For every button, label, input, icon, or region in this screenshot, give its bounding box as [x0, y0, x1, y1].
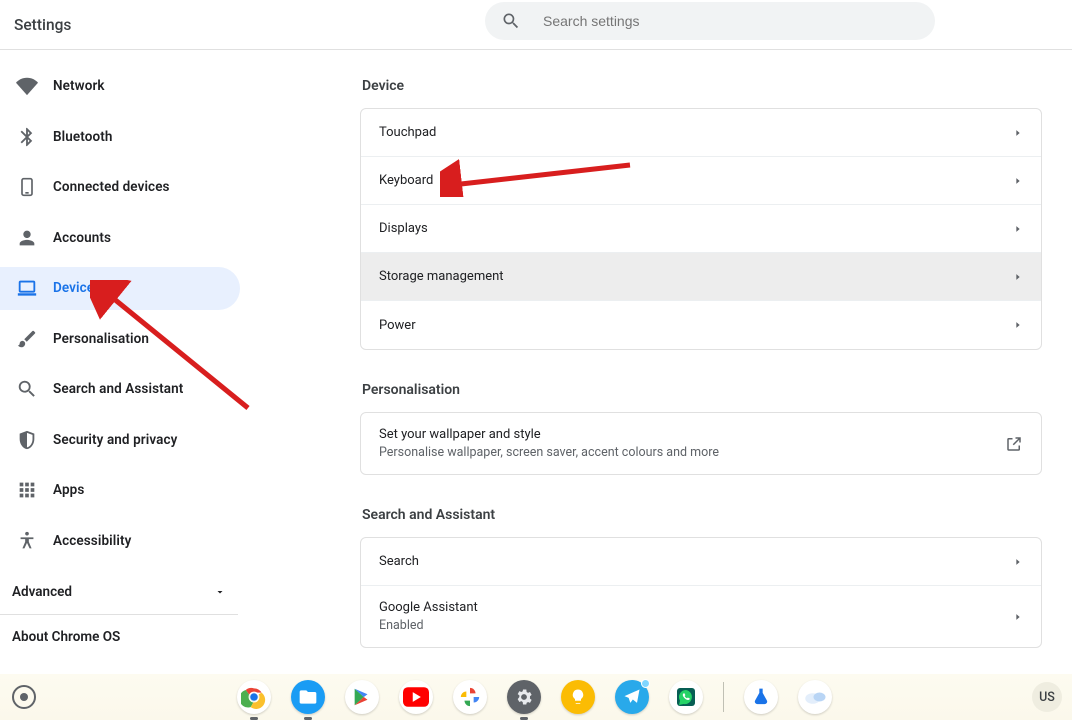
section-title-device: Device [362, 78, 1042, 94]
header: Settings [0, 0, 1072, 50]
assistant-card: Search Google Assistant Enabled [360, 537, 1042, 648]
sidebar-item-network[interactable]: Network [0, 65, 240, 108]
row-label: Touchpad [379, 125, 436, 140]
section-title-personalisation: Personalisation [362, 382, 1042, 398]
row-displays[interactable]: Displays [361, 205, 1041, 253]
app-telegram[interactable] [615, 680, 649, 714]
row-label: Search [379, 554, 419, 569]
search-input[interactable] [541, 12, 919, 30]
sidebar-advanced[interactable]: Advanced [0, 570, 238, 615]
sidebar-item-accessibility[interactable]: Accessibility [0, 520, 240, 563]
sidebar-item-label: Device [53, 280, 94, 296]
shelf: US [0, 674, 1072, 720]
row-power[interactable]: Power [361, 301, 1041, 349]
chevron-right-icon [1013, 176, 1023, 186]
app-files[interactable] [291, 680, 325, 714]
row-label: Displays [379, 221, 428, 236]
sidebar-about[interactable]: About Chrome OS [0, 615, 240, 659]
sidebar-item-security[interactable]: Security and privacy [0, 419, 240, 462]
chevron-right-icon [1013, 612, 1023, 622]
sidebar-item-personalisation[interactable]: Personalisation [0, 318, 240, 361]
dock-separator [723, 682, 724, 712]
app-settings[interactable] [507, 680, 541, 714]
sidebar-item-label: Personalisation [53, 331, 149, 347]
app-chrome[interactable] [237, 680, 271, 714]
about-label: About Chrome OS [12, 629, 120, 645]
row-sublabel: Personalise wallpaper, screen saver, acc… [379, 445, 719, 460]
page-title: Settings [14, 16, 71, 34]
search-icon [501, 11, 521, 31]
sidebar-item-label: Accessibility [53, 533, 131, 549]
sidebar-item-accounts[interactable]: Accounts [0, 217, 240, 260]
wifi-icon [15, 74, 39, 98]
row-wallpaper[interactable]: Set your wallpaper and style Personalise… [361, 413, 1041, 474]
row-touchpad[interactable]: Touchpad [361, 109, 1041, 157]
apps-icon [15, 478, 39, 502]
app-play-store[interactable] [345, 680, 379, 714]
row-label: Power [379, 318, 416, 333]
sidebar-item-label: Search and Assistant [53, 381, 183, 397]
personalisation-card: Set your wallpaper and style Personalise… [360, 412, 1042, 475]
sidebar-item-bluetooth[interactable]: Bluetooth [0, 116, 240, 159]
device-card: Touchpad Keyboard Displays Storage manag… [360, 108, 1042, 350]
chevron-right-icon [1013, 557, 1023, 567]
row-label: Set your wallpaper and style [379, 427, 719, 442]
chevron-right-icon [1013, 320, 1023, 330]
person-icon [15, 226, 39, 250]
ime-indicator[interactable]: US [1032, 682, 1062, 712]
chevron-right-icon [1013, 128, 1023, 138]
laptop-icon [15, 276, 39, 300]
accessibility-icon [15, 529, 39, 553]
caret-down-icon [214, 586, 226, 598]
row-search[interactable]: Search [361, 538, 1041, 586]
search-field[interactable] [485, 2, 935, 40]
advanced-label: Advanced [12, 584, 72, 600]
row-label: Storage management [379, 269, 504, 284]
sidebar-item-label: Connected devices [53, 179, 170, 195]
launcher-button[interactable] [12, 685, 36, 709]
sidebar-item-device[interactable]: Device [0, 267, 240, 310]
open-external-icon [1005, 435, 1023, 453]
row-storage-management[interactable]: Storage management [361, 253, 1041, 301]
row-sublabel: Enabled [379, 618, 478, 633]
search-icon [15, 377, 39, 401]
bluetooth-icon [15, 125, 39, 149]
chevron-right-icon [1013, 272, 1023, 282]
sidebar-item-label: Network [53, 78, 105, 94]
app-weather[interactable] [798, 680, 832, 714]
sidebar-item-label: Bluetooth [53, 129, 113, 145]
sidebar-item-connected-devices[interactable]: Connected devices [0, 166, 240, 209]
sidebar: Network Bluetooth Connected devices Acco… [0, 50, 244, 674]
app-experiment[interactable] [744, 680, 778, 714]
row-label: Google Assistant [379, 600, 478, 615]
system-tray: US [1032, 682, 1062, 712]
row-keyboard[interactable]: Keyboard [361, 157, 1041, 205]
app-whatsapp[interactable] [669, 680, 703, 714]
row-label: Keyboard [379, 173, 433, 188]
sidebar-item-apps[interactable]: Apps [0, 469, 240, 512]
phone-icon [15, 175, 39, 199]
dock [237, 680, 832, 714]
sidebar-item-label: Apps [53, 482, 84, 498]
chevron-right-icon [1013, 224, 1023, 234]
sidebar-item-search-assistant[interactable]: Search and Assistant [0, 368, 240, 411]
app-youtube[interactable] [399, 680, 433, 714]
sidebar-item-label: Accounts [53, 230, 111, 246]
section-title-assistant: Search and Assistant [362, 507, 1042, 523]
brush-icon [15, 327, 39, 351]
row-google-assistant[interactable]: Google Assistant Enabled [361, 586, 1041, 647]
app-photos[interactable] [453, 680, 487, 714]
app-keep[interactable] [561, 680, 595, 714]
shield-icon [15, 428, 39, 452]
main-content: Device Touchpad Keyboard Displays Storag… [244, 50, 1072, 674]
sidebar-item-label: Security and privacy [53, 432, 177, 448]
